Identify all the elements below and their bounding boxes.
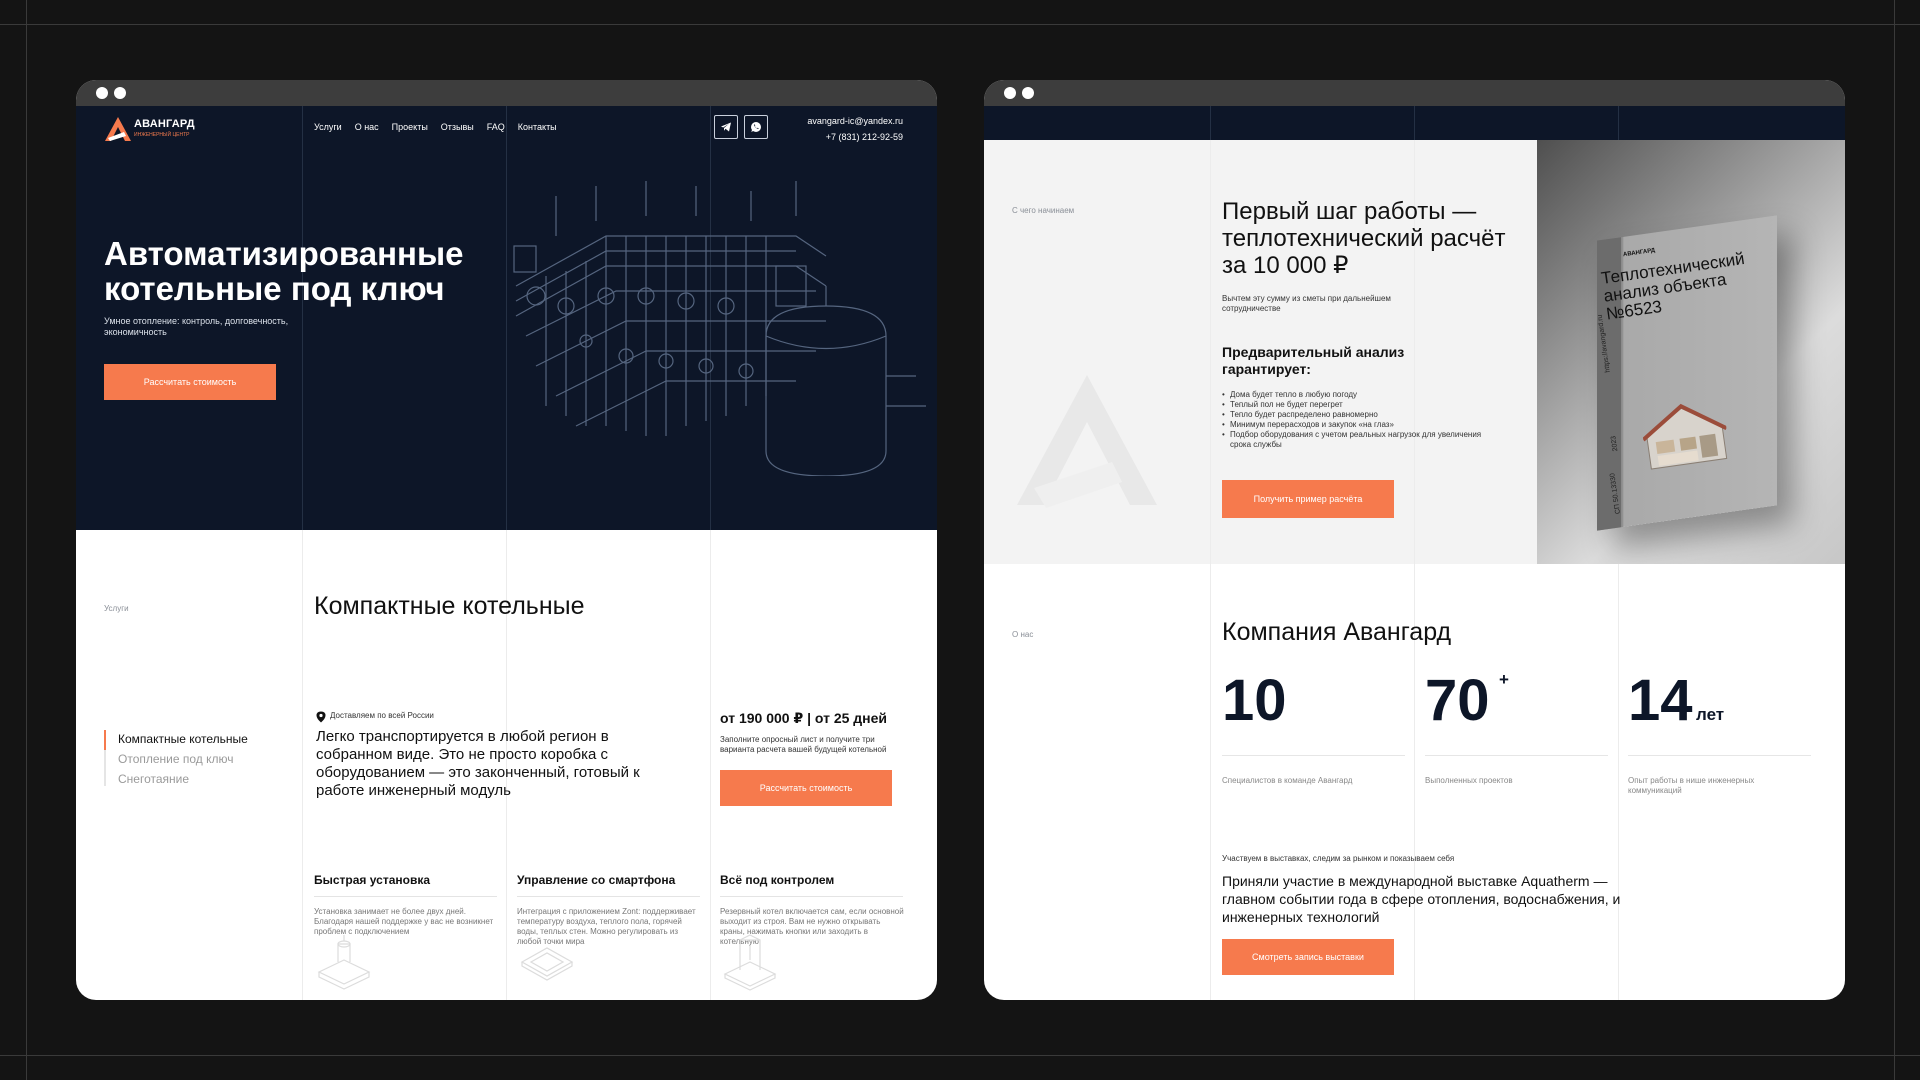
nav-item-services[interactable]: Услуги (314, 122, 342, 132)
brand-watermark-icon (1017, 375, 1157, 508)
guide-line-bottom (0, 1055, 1920, 1056)
calculate-cost-button-2[interactable]: Рассчитать стоимость (720, 770, 892, 806)
list-item: Тепло будет распределено равномерно (1222, 410, 1502, 420)
browser-window-home: АВАНГАРД ИНЖЕНЕРНЫЙ ЦЕНТР Услуги О нас П… (76, 80, 937, 1000)
stat-divider (1425, 755, 1608, 756)
feature-divider (720, 896, 903, 897)
window-dot[interactable] (96, 87, 108, 99)
report-book-photo: АВАНГАРД Теплотехнический анализ объекта… (1537, 140, 1845, 564)
grid-line (1210, 140, 1211, 1000)
section-label-about: О нас (1012, 630, 1034, 639)
window-dot[interactable] (1004, 87, 1016, 99)
whatsapp-icon (751, 122, 761, 132)
grid-line (710, 530, 711, 1000)
services-title: Компактные котельные (314, 592, 585, 620)
window-dot[interactable] (114, 87, 126, 99)
price-note: Заполните опросный лист и получите три в… (720, 735, 887, 754)
hero-section: АВАНГАРД ИНЖЕНЕРНЫЙ ЦЕНТР Услуги О нас П… (76, 106, 937, 530)
boiler-control-icon (723, 934, 777, 991)
window-dot[interactable] (1022, 87, 1034, 99)
logo[interactable]: АВАНГАРД ИНЖЕНЕРНЫЙ ЦЕНТР (104, 116, 195, 147)
logo-text: АВАНГАРД (134, 118, 195, 130)
telegram-icon (721, 122, 731, 132)
stat-label-years: Опыт работы в нише инженерных коммуникац… (1628, 776, 1755, 795)
logo-mark-icon (105, 117, 131, 141)
grid-line (1414, 106, 1415, 140)
stat-divider (1628, 755, 1811, 756)
about-title: Компания Авангард (1222, 618, 1452, 646)
stat-label-specialists: Специалистов в команде Авангард (1222, 776, 1353, 785)
logo-tagline: ИНЖЕНЕРНЫЙ ЦЕНТР (134, 132, 190, 138)
feature-divider (517, 896, 700, 897)
watch-expo-video-button[interactable]: Смотреть запись выставки (1222, 939, 1394, 975)
calculate-cost-button[interactable]: Рассчитать стоимость (104, 364, 276, 400)
stat-divider (1222, 755, 1405, 756)
first-step-title: Первый шаг работы — теплотехнический рас… (1222, 198, 1506, 279)
window-titlebar (76, 80, 937, 106)
list-item: Минимум перерасходов и закупок «на глаз» (1222, 420, 1502, 430)
guide-line-top (0, 24, 1920, 25)
guide-line-left (26, 0, 27, 1080)
menu-item-snow-melting[interactable]: Снеготаяние (118, 772, 189, 786)
installation-icon (317, 935, 371, 990)
location-pin-icon (316, 711, 326, 723)
section-label-first-step: С чего начинаем (1012, 206, 1075, 215)
grid-line (302, 106, 303, 530)
delivery-note: Доставляем по всей России (330, 711, 434, 720)
contact-email[interactable]: avangard-ic@yandex.ru (807, 116, 903, 126)
guide-line-right (1894, 0, 1895, 1080)
list-item: Подбор оборудования с учетом реальных на… (1222, 430, 1502, 450)
list-item: Теплый пол не будет перегрет (1222, 400, 1502, 410)
stat-suffix-years: лет (1696, 705, 1725, 724)
grid-line (1618, 564, 1619, 1000)
telegram-button[interactable] (714, 115, 738, 139)
nav-item-about[interactable]: О нас (355, 122, 379, 132)
get-sample-calculation-button[interactable]: Получить пример расчёта (1222, 480, 1394, 518)
expo-subtitle: Участвуем в выставках, следим за рынком … (1222, 854, 1455, 863)
stat-value-years: 14 (1628, 668, 1693, 733)
feature-title-fast-install: Быстрая установка (314, 873, 430, 887)
house-illustration (1641, 403, 1728, 470)
section-label-services: Услуги (104, 604, 129, 613)
whatsapp-button[interactable] (744, 115, 768, 139)
menu-item-heating-turnkey[interactable]: Отопление под ключ (118, 752, 234, 766)
price-info: от 190 000 ₽ | от 25 дней (720, 710, 888, 726)
stat-value-projects: 70 (1425, 668, 1490, 733)
hero-subtitle: Умное отопление: контроль, долговечность… (104, 316, 289, 337)
services-lead-text: Легко транспортируется в любой регион в … (316, 728, 640, 799)
smartphone-control-icon (520, 947, 574, 981)
nav-item-reviews[interactable]: Отзывы (441, 122, 474, 132)
nav-item-contacts[interactable]: Контакты (518, 122, 557, 132)
stat-label-projects: Выполненных проектов (1425, 776, 1513, 785)
menu-active-indicator (104, 730, 106, 750)
guarantee-title: Предварительный анализ гарантирует: (1222, 344, 1405, 377)
nav-item-projects[interactable]: Проекты (392, 122, 428, 132)
guarantee-list: Дома будет тепло в любую погоду Теплый п… (1222, 390, 1502, 450)
grid-line (1618, 106, 1619, 140)
hero-title: Автоматизированные котельные под ключ (104, 235, 464, 307)
first-step-note: Вычтем эту сумму из сметы при дальнейшем… (1222, 294, 1391, 313)
boiler-room-illustration (513, 181, 926, 476)
grid-line (302, 530, 303, 1000)
expo-title: Приняли участие в международной выставке… (1222, 873, 1621, 925)
menu-item-compact-boilers[interactable]: Компактные котельные (118, 732, 248, 746)
main-nav: Услуги О нас Проекты Отзывы FAQ Контакты (314, 122, 557, 132)
grid-line (1210, 106, 1211, 140)
stat-value-specialists: 10 (1222, 668, 1287, 733)
window-titlebar (984, 80, 1845, 106)
feature-title-control: Всё под контролем (720, 873, 835, 887)
stat-suffix-projects: + (1499, 670, 1509, 689)
nav-item-faq[interactable]: FAQ (487, 122, 505, 132)
feature-divider (314, 896, 497, 897)
browser-window-about: С чего начинаем Первый шаг работы — тепл… (984, 80, 1845, 1000)
contact-phone[interactable]: +7 (831) 212-92-59 (826, 132, 903, 142)
list-item: Дома будет тепло в любую погоду (1222, 390, 1502, 400)
feature-title-smartphone: Управление со смартфона (517, 873, 676, 887)
